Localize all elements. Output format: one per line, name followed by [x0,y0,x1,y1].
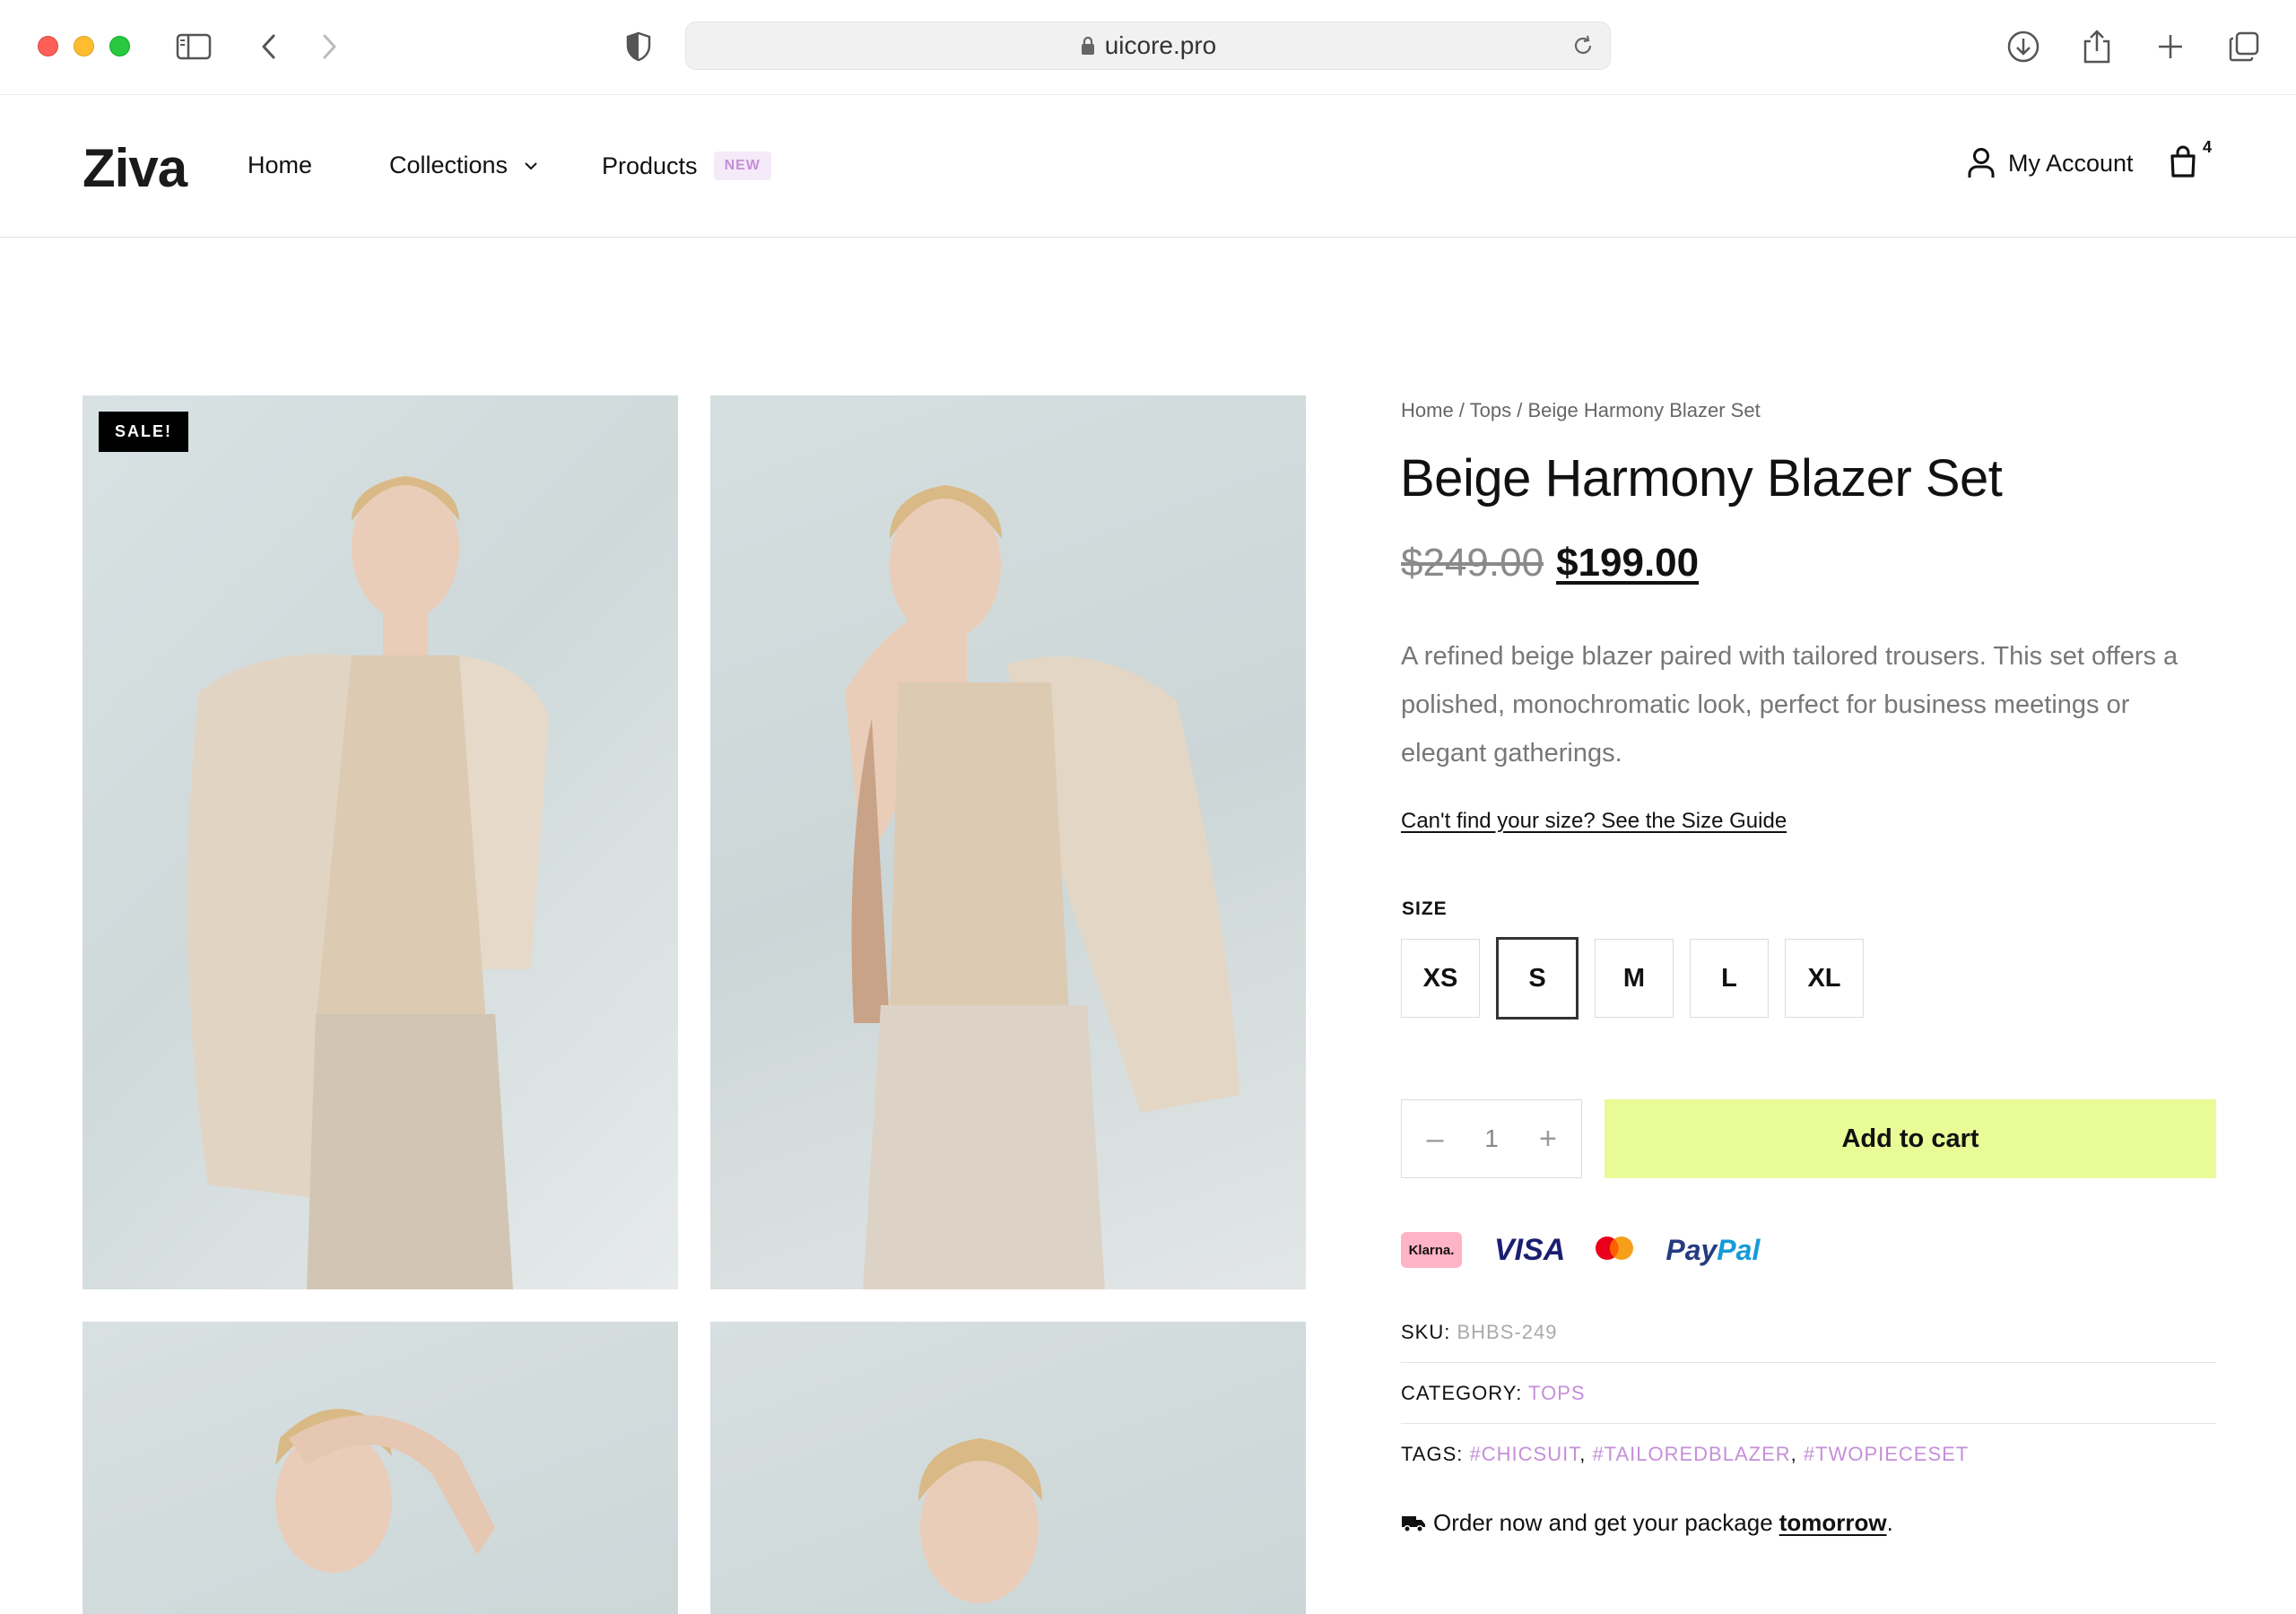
sku-value: BHBS-249 [1457,1321,1558,1343]
size-selector: XS S M L XL [1401,937,1880,1020]
category-label: CATEGORY: [1401,1382,1523,1404]
browser-toolbar: uicore.pro [0,0,2296,95]
model-photo-illustration [918,1438,1042,1603]
new-tab-icon[interactable] [2149,25,2192,68]
size-label: SIZE [1402,898,1448,919]
cart-count: 4 [2203,138,2213,156]
back-arrow-icon[interactable] [248,25,291,68]
tags-label: TAGS: [1401,1443,1464,1465]
sku-row: SKU: BHBS-249 [1401,1321,2216,1363]
reload-icon[interactable] [1570,33,1596,63]
nav-products[interactable]: Products NEW [602,152,771,180]
downloads-icon[interactable] [2002,25,2045,68]
nav-products-label: Products [602,152,698,179]
site-header: Ziva Home Collections Products NEW My Ac… [0,95,2296,238]
tag-link[interactable]: #CHICSUIT [1470,1443,1580,1465]
mastercard-logo [1592,1234,1637,1266]
breadcrumb-home[interactable]: Home [1401,399,1454,421]
sku-label: SKU: [1401,1321,1451,1343]
delivery-text: Order now and get your package [1433,1509,1773,1536]
product-price: $249.00 $199.00 [1401,541,1699,586]
model-photo-illustration [845,485,1239,1289]
tags-row: TAGS: #CHICSUIT, #TAILOREDBLAZER, #TWOPI… [1401,1443,1970,1465]
size-option-l[interactable]: L [1690,939,1769,1018]
sidebar-toggle-icon[interactable] [172,25,215,68]
visa-logo: VISA [1494,1232,1566,1267]
share-icon[interactable] [2075,25,2118,68]
forward-arrow-icon[interactable] [308,25,351,68]
truck-icon [1402,1515,1425,1532]
user-icon [1968,148,1995,178]
model-photo-illustration [187,476,549,1289]
klarna-logo: Klarna. [1401,1232,1462,1268]
add-to-cart-button[interactable]: Add to cart [1605,1099,2216,1178]
tag-link[interactable]: #TAILOREDBLAZER [1592,1443,1790,1465]
minimize-window-button[interactable] [74,36,94,56]
delivery-period: . [1886,1509,1893,1536]
paypal-logo: PayPal [1665,1234,1760,1267]
nav-home[interactable]: Home [248,152,312,179]
size-option-xs[interactable]: XS [1401,939,1480,1018]
decrease-quantity-button[interactable]: – [1422,1122,1448,1157]
address-bar[interactable]: uicore.pro [685,22,1611,70]
privacy-shield-icon[interactable] [617,25,660,68]
shopping-bag-icon [2170,145,2196,178]
breadcrumb-current: Beige Harmony Blazer Set [1527,399,1761,421]
paypal-logo-pal: Pal [1717,1233,1761,1266]
my-account-link[interactable]: My Account [1967,147,2134,179]
size-option-m[interactable]: M [1595,939,1674,1018]
product-image-1[interactable]: SALE! [83,395,678,1289]
my-account-label: My Account [2008,149,2134,177]
paypal-logo-pay: Pay [1665,1233,1718,1266]
close-window-button[interactable] [38,36,58,56]
size-guide-link[interactable]: Can't find your size? See the Size Guide [1401,809,1787,834]
size-option-xl[interactable]: XL [1785,939,1864,1018]
quantity-stepper: – 1 + [1401,1099,1582,1178]
model-photo-illustration [275,1409,495,1573]
nav-collections-label: Collections [389,152,509,178]
product-image-4[interactable] [710,1322,1306,1614]
sale-price: $199.00 [1556,541,1700,585]
delivery-day: tomorrow [1779,1509,1887,1536]
lock-icon [1081,36,1094,55]
category-link[interactable]: TOPS [1528,1382,1586,1404]
nav-collections[interactable]: Collections [389,152,538,179]
product-image-3[interactable] [83,1322,678,1614]
increase-quantity-button[interactable]: + [1535,1122,1561,1157]
breadcrumb-tops[interactable]: Tops [1470,399,1511,421]
product-title: Beige Harmony Blazer Set [1400,449,2003,508]
category-row: CATEGORY: TOPS [1401,1382,2216,1424]
tag-link[interactable]: #TWOPIECESET [1804,1443,1969,1465]
product-description: A refined beige blazer paired with tailo… [1401,642,2179,768]
payment-methods: Klarna. VISA PayPal [1401,1232,1760,1268]
original-price: $249.00 [1401,541,1544,585]
product-image-2[interactable] [710,395,1306,1289]
cart-button[interactable]: 4 [2169,138,2212,182]
breadcrumb: Home / Tops / Beige Harmony Blazer Set [1401,399,1761,421]
size-option-s[interactable]: S [1496,937,1578,1020]
zoom-window-button[interactable] [109,36,130,56]
quantity-input[interactable]: 1 [1484,1124,1499,1153]
chevron-down-icon [525,161,537,169]
tab-overview-icon[interactable] [2222,25,2266,68]
site-logo[interactable]: Ziva [83,137,187,199]
url-text: uicore.pro [1104,31,1217,59]
new-badge: NEW [713,152,771,180]
sale-badge: SALE! [99,412,188,452]
delivery-note: Order now and get your package tomorrow. [1401,1509,1893,1537]
